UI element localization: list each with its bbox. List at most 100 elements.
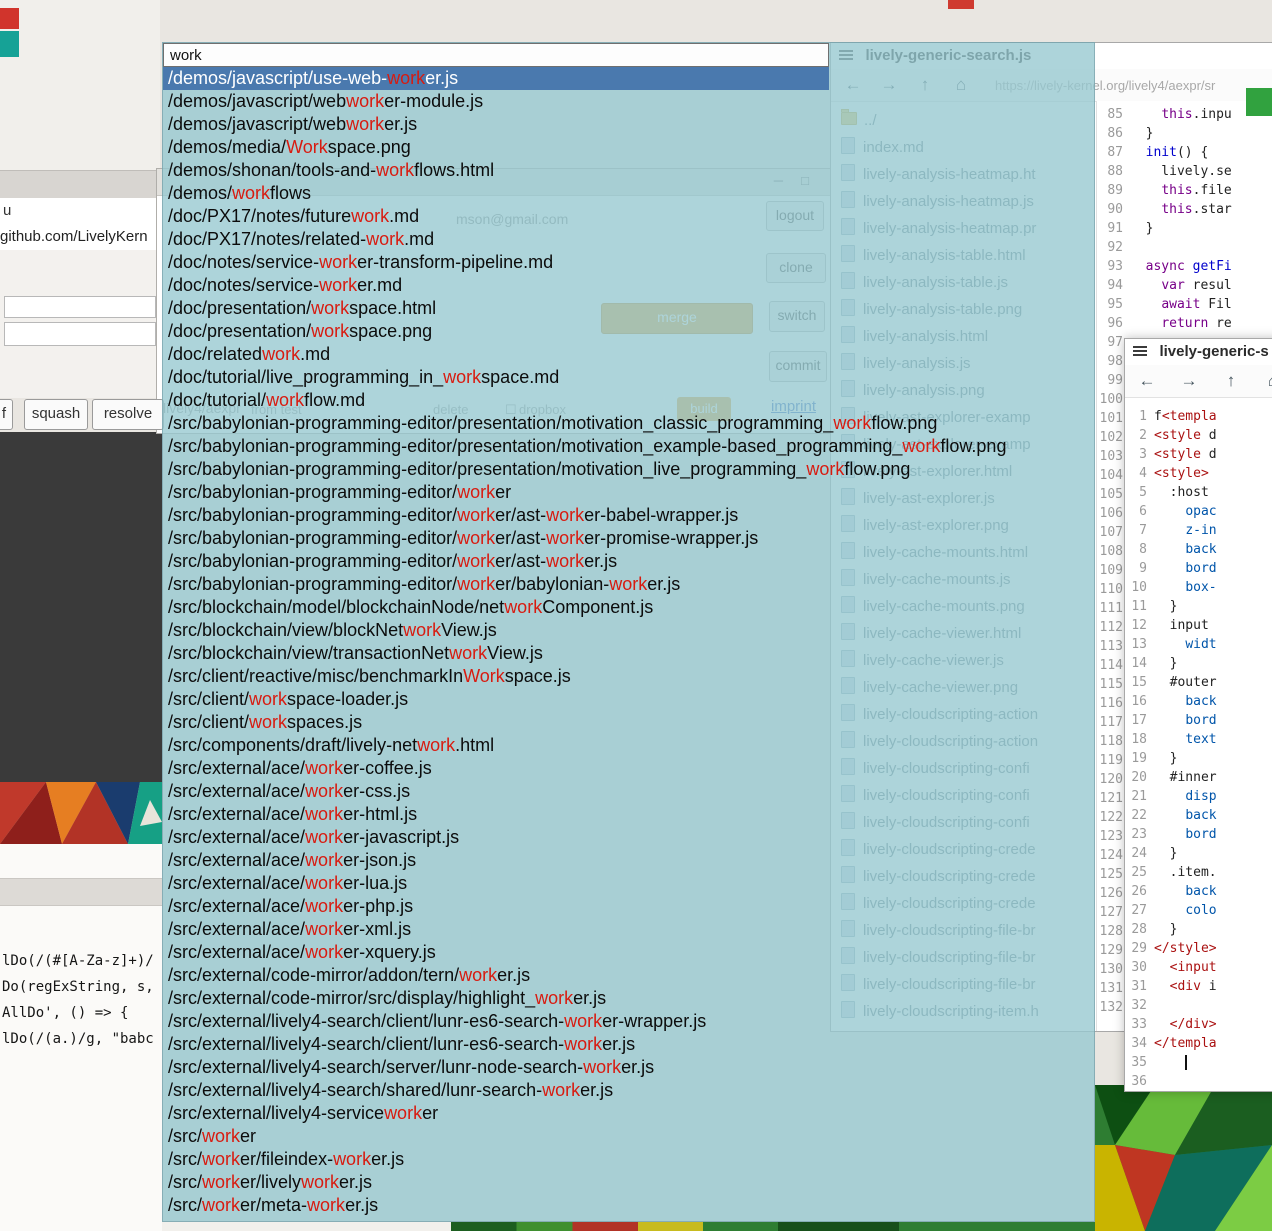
search-result-item[interactable]: /src/external/lively4-search/shared/lunr… [163,1079,1096,1102]
search-result-item[interactable]: /src/blockchain/view/blockNetworkView.js [163,619,1096,642]
search-result-item[interactable]: /src/worker/meta-worker.js [163,1194,1096,1217]
code-line[interactable]: 23 bord [1125,825,1272,844]
search-result-item[interactable]: /src/blockchain/view/transactionNetworkV… [163,642,1096,665]
code-line[interactable]: 22 back [1125,806,1272,825]
search-result-item[interactable]: /doc/PX17/notes/related-work.md [163,228,1096,251]
search-result-item[interactable]: /src/client/reactive/misc/benchmarkInWor… [163,665,1096,688]
search-result-item[interactable]: /src/external/ace/worker-javascript.js [163,826,1096,849]
home-button[interactable]: ⌂ [1261,371,1272,391]
search-result-item[interactable]: /src/babylonian-programming-editor/prese… [163,458,1096,481]
code-line[interactable]: 7 z-in [1125,521,1272,540]
code-line[interactable]: 94 var resul [1097,276,1272,295]
code-line[interactable]: 95 await Fil [1097,295,1272,314]
search-result-item[interactable]: /src/external/lively4-serviceworker [163,1102,1096,1125]
code-line[interactable]: 1f<templa [1125,407,1272,426]
search-result-item[interactable]: /src/external/ace/worker-css.js [163,780,1096,803]
search-result-item[interactable]: /doc/presentation/workspace.png [163,320,1096,343]
search-result-item[interactable]: /doc/relatedwork.md [163,343,1096,366]
editor-window-titlebar[interactable]: lively-generic-s [1125,339,1272,366]
search-result-item[interactable]: /doc/presentation/workspace.html [163,297,1096,320]
code-line[interactable]: 26 back [1125,882,1272,901]
forward-button[interactable]: → [1177,371,1201,391]
code-line[interactable]: 3<style d [1125,445,1272,464]
code-line[interactable]: 91 } [1097,219,1272,238]
search-result-item[interactable]: /doc/notes/service-worker-transform-pipe… [163,251,1096,274]
code-line[interactable]: 93 async getFi [1097,257,1272,276]
search-result-item[interactable]: /src/client/workspaces.js [163,711,1096,734]
code-line[interactable]: 36 [1125,1072,1272,1091]
code-line[interactable]: 16 back [1125,692,1272,711]
search-result-item[interactable]: /src/babylonian-programming-editor/prese… [163,435,1096,458]
search-result-item[interactable]: /src/external/ace/worker-xquery.js [163,941,1096,964]
code-line[interactable]: 34</templa [1125,1034,1272,1053]
code-line[interactable]: 30 <input [1125,958,1272,977]
left-input-field-2[interactable] [4,322,156,346]
code-line[interactable]: 15 #outer [1125,673,1272,692]
search-result-item[interactable]: /src/blockchain/model/blockchainNode/net… [163,596,1096,619]
code-line[interactable]: 90 this.star [1097,200,1272,219]
search-result-item[interactable]: /src/worker/fileindex-worker.js [163,1148,1096,1171]
clipped-button[interactable]: f [0,399,13,430]
code-line[interactable]: 28 } [1125,920,1272,939]
menu-icon[interactable] [1133,346,1149,358]
code-line[interactable]: 25 .item. [1125,863,1272,882]
search-result-item[interactable]: /src/worker/livelyworker.js [163,1171,1096,1194]
search-result-item[interactable]: /src/external/ace/worker-php.js [163,895,1096,918]
code-line[interactable]: 9 bord [1125,559,1272,578]
search-result-item[interactable]: /src/babylonian-programming-editor/worke… [163,550,1096,573]
resolve-button[interactable]: resolve [92,399,164,430]
search-input[interactable] [163,43,829,67]
code-line[interactable]: 12 input [1125,616,1272,635]
search-result-item[interactable]: /src/babylonian-programming-editor/worke… [163,481,1096,504]
search-result-item[interactable]: /demos/javascript/webworker-module.js [163,90,1096,113]
squash-button[interactable]: squash [24,399,88,430]
search-result-item[interactable]: /src/babylonian-programming-editor/prese… [163,412,1096,435]
code-line[interactable]: 8 back [1125,540,1272,559]
code-line[interactable]: 92 [1097,238,1272,257]
code-line[interactable]: 17 bord [1125,711,1272,730]
search-result-item[interactable]: /src/babylonian-programming-editor/worke… [163,573,1096,596]
code-line[interactable]: 21 disp [1125,787,1272,806]
search-result-item[interactable]: /demos/javascript/use-web-worker.js [163,67,1096,90]
search-result-item[interactable]: /src/external/ace/worker-lua.js [163,872,1096,895]
search-result-item[interactable]: /demos/shonan/tools-and-workflows.html [163,159,1096,182]
code-line[interactable]: 29</style> [1125,939,1272,958]
search-result-item[interactable]: /src/external/lively4-search/server/lunr… [163,1056,1096,1079]
search-result-item[interactable]: /src/client/workspace-loader.js [163,688,1096,711]
template-editor[interactable]: 1f<templa2<style d3<style d4<style>5 :ho… [1125,399,1272,1091]
code-line[interactable]: 89 this.file [1097,181,1272,200]
code-line[interactable]: 2<style d [1125,426,1272,445]
code-line[interactable]: 10 box- [1125,578,1272,597]
search-result-item[interactable]: /demos/javascript/webworker.js [163,113,1096,136]
search-result-item[interactable]: /src/babylonian-programming-editor/worke… [163,527,1096,550]
search-result-item[interactable]: /src/external/ace/worker-coffee.js [163,757,1096,780]
code-line[interactable]: 14 } [1125,654,1272,673]
left-input-field-1[interactable] [4,296,156,318]
search-result-item[interactable]: /demos/workflows [163,182,1096,205]
code-line[interactable]: 5 :host [1125,483,1272,502]
code-line[interactable]: 88 lively.se [1097,162,1272,181]
search-result-item[interactable]: /src/worker [163,1125,1096,1148]
code-line[interactable]: 27 colo [1125,901,1272,920]
code-line[interactable]: 24 } [1125,844,1272,863]
search-result-item[interactable]: /src/external/ace/worker-html.js [163,803,1096,826]
search-result-item[interactable]: /src/external/ace/worker-json.js [163,849,1096,872]
search-result-item[interactable]: /src/external/lively4-search/client/lunr… [163,1010,1096,1033]
code-line[interactable]: 4<style> [1125,464,1272,483]
code-line[interactable]: 19 } [1125,749,1272,768]
search-result-item[interactable]: /doc/tutorial/live_programming_in_worksp… [163,366,1096,389]
code-line[interactable]: 35 [1125,1053,1272,1072]
search-result-item[interactable]: /doc/tutorial/workflow.md [163,389,1096,412]
up-button[interactable]: ↑ [1219,371,1243,391]
code-line[interactable]: 31 <div i [1125,977,1272,996]
code-line[interactable]: 33 </div> [1125,1015,1272,1034]
code-line[interactable]: 86 } [1097,124,1272,143]
search-result-item[interactable]: /src/external/code-mirror/addon/tern/wor… [163,964,1096,987]
code-line[interactable]: 18 text [1125,730,1272,749]
code-line[interactable]: 6 opac [1125,502,1272,521]
search-result-item[interactable]: /doc/PX17/notes/futurework.md [163,205,1096,228]
search-result-item[interactable]: /doc/notes/service-worker.md [163,274,1096,297]
search-result-item[interactable]: /src/external/lively4-search/client/lunr… [163,1033,1096,1056]
back-button[interactable]: ← [1135,371,1159,391]
search-result-item[interactable]: /src/external/code-mirror/src/display/hi… [163,987,1096,1010]
